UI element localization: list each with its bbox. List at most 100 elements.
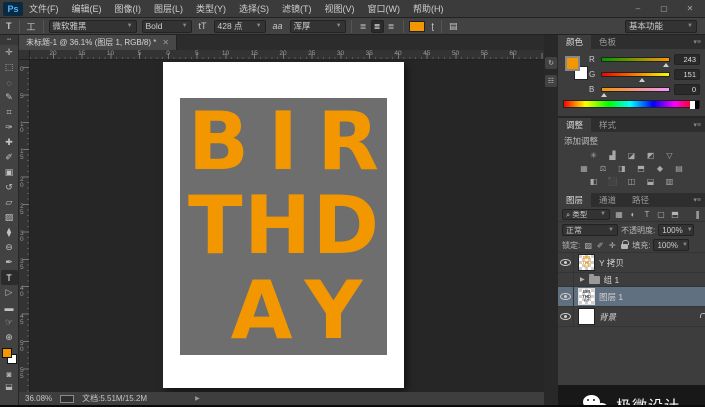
tab-color[interactable]: 颜色 bbox=[558, 35, 591, 49]
eye-icon[interactable] bbox=[560, 293, 571, 300]
type-tool[interactable]: T bbox=[1, 270, 18, 285]
lock-position-icon[interactable]: ✛ bbox=[607, 240, 617, 251]
font-style-select[interactable]: Bold▼ bbox=[142, 20, 192, 33]
filter-shape-layers-icon[interactable]: ▢ bbox=[655, 209, 667, 220]
black-chip[interactable] bbox=[695, 101, 699, 109]
zoom-level[interactable]: 36.08% bbox=[25, 394, 52, 403]
eye-icon[interactable] bbox=[560, 259, 571, 266]
status-menu-arrow-icon[interactable]: ▶ bbox=[195, 395, 200, 402]
healing-brush-tool[interactable]: ✚ bbox=[1, 135, 18, 150]
tab-paths[interactable]: 路径 bbox=[624, 193, 657, 207]
expand-caret-icon[interactable]: ▶ bbox=[580, 276, 585, 283]
tab-layers[interactable]: 图层 bbox=[558, 193, 591, 207]
slider-handle-icon[interactable] bbox=[601, 93, 607, 97]
collapse-tools-icon[interactable]: ▪▪ bbox=[0, 35, 18, 45]
adjustment-icon[interactable]: ⬒ bbox=[635, 163, 648, 174]
screen-mode-icon[interactable]: ⬓ bbox=[1, 380, 18, 392]
path-selection-tool[interactable]: ▷ bbox=[1, 285, 18, 300]
layer-row-0[interactable]: BIR THD AYY 拷贝 bbox=[558, 253, 705, 273]
font-family-select[interactable]: 微软雅黑▼ bbox=[49, 20, 137, 33]
adjustment-icon[interactable]: ✳ bbox=[587, 150, 600, 161]
panel-menu-icon[interactable]: ▾≡ bbox=[689, 118, 705, 132]
menu-item-3[interactable]: 图层(L) bbox=[154, 2, 183, 15]
channel-value[interactable]: 151 bbox=[674, 69, 700, 80]
tab-swatches[interactable]: 色板 bbox=[591, 35, 624, 49]
document-tab[interactable]: 未标题-1 @ 36.1% (图层 1, RGB/8) * ✕ bbox=[19, 35, 177, 50]
filter-adjustment-layers-icon[interactable]: ◐ bbox=[627, 209, 639, 220]
layer-row-2[interactable]: BIR THD AY图层 1 bbox=[558, 287, 705, 307]
shape-tool[interactable]: ▬ bbox=[1, 300, 18, 315]
canvas-viewport[interactable]: BIRTHDAY bbox=[30, 60, 544, 392]
menu-item-5[interactable]: 选择(S) bbox=[239, 2, 269, 15]
properties-panel-icon[interactable]: ☷ bbox=[545, 75, 557, 87]
dodge-tool[interactable]: ⊖ bbox=[1, 240, 18, 255]
slider-handle-icon[interactable] bbox=[639, 78, 645, 82]
fill-select[interactable]: 100%▼ bbox=[653, 239, 689, 251]
adjustment-icon[interactable]: ⚖ bbox=[597, 163, 610, 174]
visibility-cell[interactable] bbox=[558, 253, 574, 272]
tool-preset-icon[interactable]: T bbox=[4, 21, 14, 31]
visibility-cell[interactable] bbox=[558, 273, 574, 286]
marquee-tool[interactable]: ⬚ bbox=[1, 60, 18, 75]
blur-tool[interactable]: ⧫ bbox=[1, 225, 18, 240]
menu-item-4[interactable]: 类型(Y) bbox=[196, 2, 226, 15]
opacity-select[interactable]: 100%▼ bbox=[658, 224, 694, 236]
color-spectrum-bar[interactable] bbox=[563, 100, 700, 108]
crop-tool[interactable]: ⌗ bbox=[1, 105, 18, 120]
move-tool[interactable]: ✛ bbox=[1, 45, 18, 60]
filter-pixel-layers-icon[interactable]: ▦ bbox=[613, 209, 625, 220]
zoom-tool[interactable]: ⊕ bbox=[1, 330, 18, 345]
menu-item-6[interactable]: 滤镜(T) bbox=[282, 2, 312, 15]
panel-menu-icon[interactable]: ▾≡ bbox=[689, 193, 705, 207]
adjustment-icon[interactable]: ◆ bbox=[654, 163, 667, 174]
clone-stamp-tool[interactable]: ▣ bbox=[1, 165, 18, 180]
align-right-icon[interactable]: ≣ bbox=[385, 20, 398, 33]
menu-item-9[interactable]: 帮助(H) bbox=[413, 2, 444, 15]
adjustment-icon[interactable]: ▟ bbox=[606, 150, 619, 161]
warp-text-icon[interactable]: ʈ bbox=[430, 21, 437, 31]
anti-alias-select[interactable]: 浑厚▼ bbox=[290, 20, 346, 33]
adjustment-icon[interactable]: ⬛ bbox=[606, 176, 619, 187]
layer-filter-type-select[interactable]: ⌕ 类型 ▼ bbox=[562, 209, 610, 220]
eye-icon[interactable] bbox=[560, 313, 571, 320]
eraser-tool[interactable]: ▱ bbox=[1, 195, 18, 210]
lock-transparency-icon[interactable]: ▨ bbox=[583, 240, 593, 251]
channel-slider[interactable] bbox=[601, 72, 670, 77]
lasso-tool[interactable]: ◌ bbox=[1, 75, 18, 90]
slider-handle-icon[interactable] bbox=[663, 63, 669, 67]
adjustment-icon[interactable]: ▤ bbox=[673, 163, 686, 174]
panel-menu-icon[interactable]: ▾≡ bbox=[689, 35, 705, 49]
filter-toggle-icon[interactable]: ❚ bbox=[694, 210, 701, 219]
quick-mask-icon[interactable]: ◙ bbox=[1, 368, 18, 380]
eyedropper-tool[interactable]: ✑ bbox=[1, 120, 18, 135]
menu-item-7[interactable]: 视图(V) bbox=[325, 2, 355, 15]
adjustment-icon[interactable]: ▥ bbox=[663, 176, 676, 187]
gradient-tool[interactable]: ▨ bbox=[1, 210, 18, 225]
text-orientation-icon[interactable]: 工 bbox=[25, 20, 38, 33]
menu-item-8[interactable]: 窗口(W) bbox=[368, 2, 401, 15]
workspace-select[interactable]: 基本功能▼ bbox=[625, 20, 697, 33]
foreground-color-swatch[interactable] bbox=[2, 348, 12, 358]
close-tab-icon[interactable]: ✕ bbox=[162, 38, 169, 47]
hand-tool[interactable]: ☞ bbox=[1, 315, 18, 330]
adjustment-icon[interactable]: ▽ bbox=[663, 150, 676, 161]
character-panel-icon[interactable]: ▤ bbox=[447, 21, 460, 32]
channel-slider[interactable] bbox=[601, 87, 670, 92]
pen-tool[interactable]: ✒ bbox=[1, 255, 18, 270]
lock-paint-icon[interactable]: ✐ bbox=[595, 240, 605, 251]
adjustment-icon[interactable]: ◨ bbox=[616, 163, 629, 174]
tab-adjustments[interactable]: 调整 bbox=[558, 118, 591, 132]
blend-mode-select[interactable]: 正常▼ bbox=[562, 224, 618, 236]
adjustment-icon[interactable]: ⬓ bbox=[644, 176, 657, 187]
channel-value[interactable]: 243 bbox=[674, 54, 700, 65]
adjustment-icon[interactable]: ◩ bbox=[644, 150, 657, 161]
visibility-cell[interactable] bbox=[558, 287, 574, 306]
filter-type-layers-icon[interactable]: T bbox=[641, 209, 653, 220]
adjustment-icon[interactable]: ◫ bbox=[625, 176, 638, 187]
menu-item-2[interactable]: 图像(I) bbox=[115, 2, 142, 15]
quick-selection-tool[interactable]: ✎ bbox=[1, 90, 18, 105]
adjustment-icon[interactable]: ◪ bbox=[625, 150, 638, 161]
font-size-select[interactable]: 428 点▼ bbox=[214, 20, 266, 33]
align-center-icon[interactable]: ≣ bbox=[371, 20, 384, 33]
tab-channels[interactable]: 通道 bbox=[591, 193, 624, 207]
